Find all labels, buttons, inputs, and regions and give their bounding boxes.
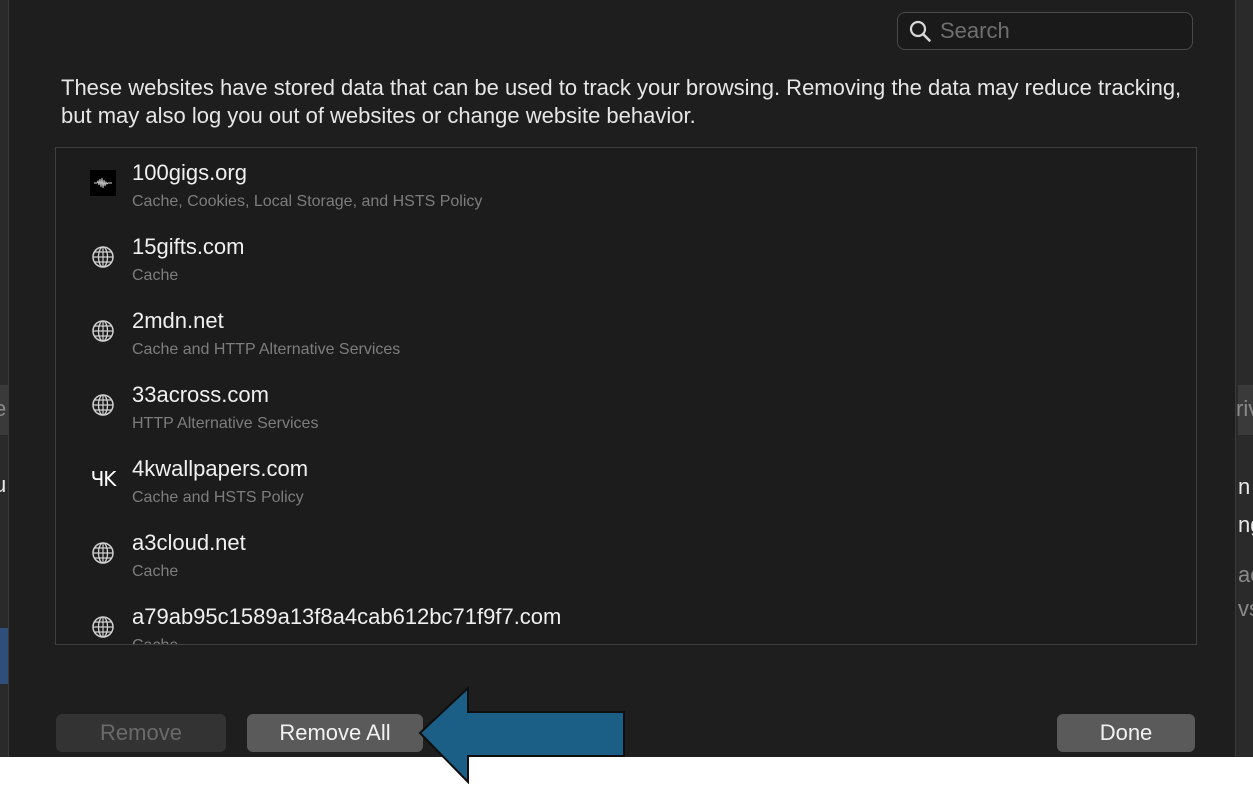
website-name: 2mdn.net [132,308,224,333]
screen: e riv u n ng ac vs These websites have s… [0,0,1253,785]
website-row[interactable]: a79ab95c1589a13f8a4cab612bc71f9f7.com Ca… [56,592,1196,644]
remove-button[interactable]: Remove [56,714,226,752]
website-name: a3cloud.net [132,530,246,555]
4k-favicon-icon: ЧK [90,466,117,492]
website-row[interactable]: 15gifts.com Cache [56,222,1196,296]
website-data-types: Cache [132,636,178,644]
background-text-fragment: ng [1238,512,1253,537]
background-accent [0,628,8,684]
globe-icon [90,614,116,640]
website-data-types: Cache and HSTS Policy [132,489,304,506]
globe-icon [90,540,116,566]
website-data-types: HTTP Alternative Services [132,415,319,432]
search-icon [908,19,932,43]
website-name: 4kwallpapers.com [132,456,309,481]
website-row[interactable]: 2mdn.net Cache and HTTP Alternative Serv… [56,296,1196,370]
website-row[interactable]: ЧK 4kwallpapers.com Cache and HSTS Polic… [56,444,1196,518]
website-row[interactable]: 100gigs.org Cache, Cookies, Local Storag… [56,148,1196,222]
website-data-types: Cache, Cookies, Local Storage, and HSTS … [132,193,483,210]
waveform-favicon-icon [90,170,116,196]
globe-icon [90,318,116,344]
remove-all-button[interactable]: Remove All [247,714,423,752]
website-name: 15gifts.com [132,234,245,259]
background-text-fragment: u [0,472,7,497]
website-data-types: Cache [132,267,179,284]
website-name: a79ab95c1589a13f8a4cab612bc71f9f7.com [132,604,562,629]
website-name: 100gigs.org [132,160,247,185]
background-text-fragment: vs [1238,596,1253,621]
background-text-fragment: e [0,396,7,421]
background-text-fragment: riv [1236,396,1253,421]
website-data-types: Cache [132,563,179,580]
search-input[interactable] [940,18,1180,44]
globe-icon [90,244,116,270]
website-name: 33across.com [132,382,269,407]
website-data-types: Cache and HTTP Alternative Services [132,341,401,358]
done-button[interactable]: Done [1057,714,1195,752]
website-data-list[interactable]: 100gigs.org Cache, Cookies, Local Storag… [55,147,1197,645]
description-text: These websites have stored data that can… [61,75,1182,128]
background-text-fragment: n [1238,474,1251,499]
search-field[interactable] [897,12,1193,50]
manage-website-data-sheet: These websites have stored data that can… [8,0,1236,757]
annotation-arrow-icon [418,686,625,784]
favicon-lettering: ЧK [90,467,117,491]
website-row[interactable]: a3cloud.net Cache [56,518,1196,592]
globe-icon [90,392,116,418]
website-row[interactable]: 33across.com HTTP Alternative Services [56,370,1196,444]
background-text-fragment: ac [1238,562,1253,587]
